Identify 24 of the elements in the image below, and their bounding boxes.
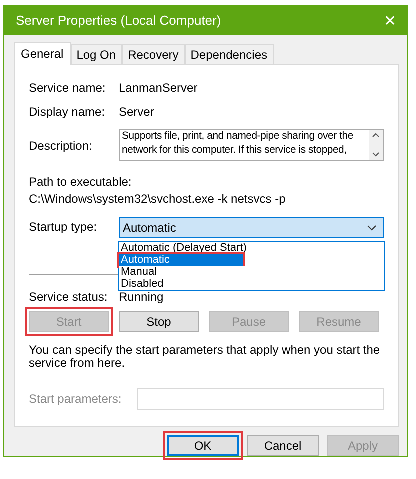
tab[interactable]: Log On: [70, 44, 122, 64]
tab[interactable]: Recovery: [122, 44, 185, 64]
dialog-button[interactable]: Cancel: [247, 435, 319, 456]
dialog-button[interactable]: OK: [167, 435, 239, 456]
field-label: Description:: [29, 139, 94, 154]
tab[interactable]: General: [14, 42, 71, 66]
field-label: Path to executable:: [29, 175, 132, 190]
service-button[interactable]: Stop: [119, 311, 199, 332]
hint-text: You can specify the start parameters that apply when you start the service from here.: [29, 344, 382, 370]
description-box[interactable]: Supports file, print, and named-pipe sharing over the network for this computer. If this service is stopped,: [119, 129, 384, 162]
field-label: Display name:: [29, 105, 106, 120]
field-label: Start parameters:: [29, 392, 123, 406]
service-status-value: Running: [119, 290, 164, 304]
startup-type-dropdown[interactable]: Automatic: [119, 217, 384, 238]
display-name-value: Server: [119, 105, 154, 120]
tab[interactable]: Dependencies: [184, 44, 274, 64]
field-label: Startup type:: [29, 220, 98, 234]
dropdown-option[interactable]: Automatic: [119, 254, 243, 266]
path-value: C:\Windows\system32\svchost.exe -k netsvcs -p: [29, 192, 286, 206]
service-name-value: LanmanServer: [119, 81, 198, 96]
chevron-down-icon: [367, 224, 377, 231]
field-label: Service name:: [29, 81, 107, 96]
field-label: Service status:: [29, 290, 109, 304]
window-title: Server Properties (Local Computer): [16, 13, 222, 28]
